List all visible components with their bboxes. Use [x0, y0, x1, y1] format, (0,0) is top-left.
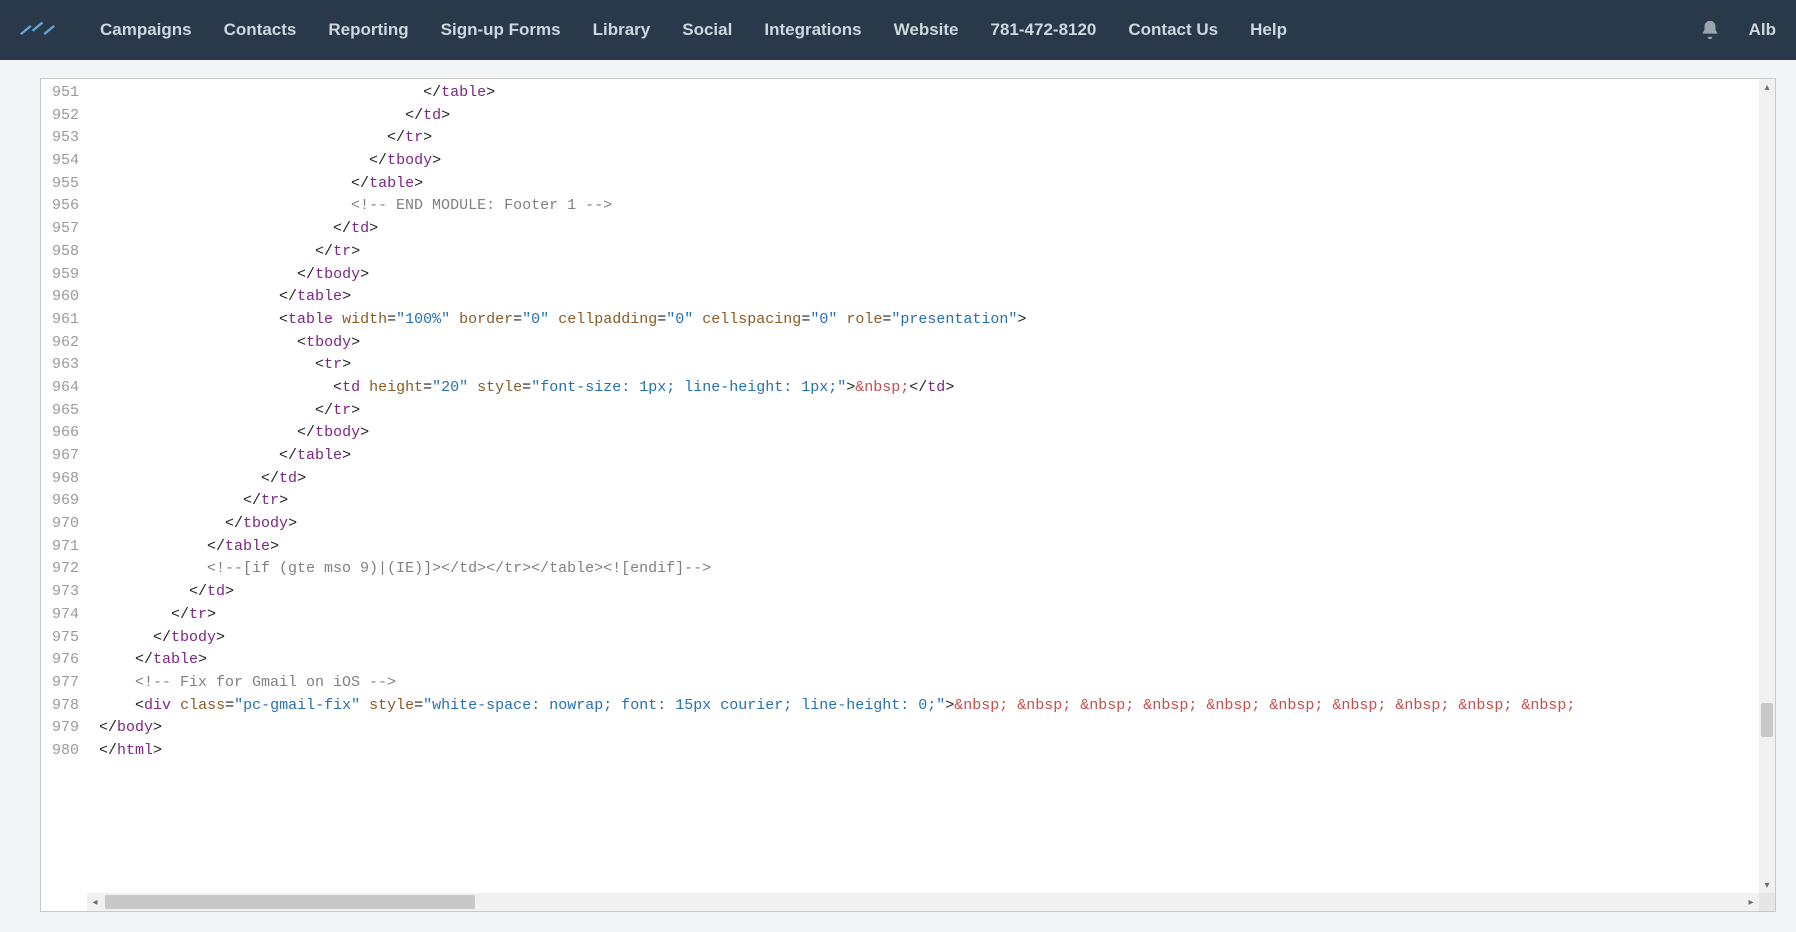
nav-item-integrations[interactable]: Integrations: [764, 20, 861, 40]
code-editor[interactable]: 9519529539549559569579589599609619629639…: [40, 78, 1776, 912]
vertical-scrollbar[interactable]: ▴ ▾: [1759, 79, 1775, 893]
nav-item-781-472-8120[interactable]: 781-472-8120: [991, 20, 1097, 40]
line-number: 952: [41, 105, 87, 128]
nav-item-website[interactable]: Website: [894, 20, 959, 40]
vertical-scroll-thumb[interactable]: [1761, 703, 1773, 737]
line-number: 970: [41, 513, 87, 536]
line-number: 963: [41, 354, 87, 377]
line-number: 980: [41, 740, 87, 763]
line-number: 977: [41, 672, 87, 695]
line-number: 961: [41, 309, 87, 332]
line-number: 958: [41, 241, 87, 264]
line-number: 954: [41, 150, 87, 173]
code-line[interactable]: <td height="20" style="font-size: 1px; l…: [99, 377, 1759, 400]
content-area: 9519529539549559569579589599609619629639…: [0, 60, 1796, 932]
line-number: 951: [41, 82, 87, 105]
code-line[interactable]: </td>: [99, 468, 1759, 491]
scroll-right-icon[interactable]: ▸: [1743, 893, 1759, 911]
nav-items: Campaigns Contacts Reporting Sign-up Forms L…: [100, 20, 1699, 40]
code-line[interactable]: </table>: [99, 286, 1759, 309]
line-number: 972: [41, 558, 87, 581]
line-number: 956: [41, 195, 87, 218]
line-number: 978: [41, 695, 87, 718]
code-line[interactable]: </table>: [99, 82, 1759, 105]
code-line[interactable]: </table>: [99, 445, 1759, 468]
nav-item-contact-us[interactable]: Contact Us: [1128, 20, 1218, 40]
code-line[interactable]: </tr>: [99, 490, 1759, 513]
code-line[interactable]: </tbody>: [99, 627, 1759, 650]
scroll-corner: [1759, 893, 1775, 911]
line-number: 953: [41, 127, 87, 150]
line-number: 976: [41, 649, 87, 672]
nav-item-sign-up-forms[interactable]: Sign-up Forms: [441, 20, 561, 40]
code-line[interactable]: </table>: [99, 649, 1759, 672]
code-content[interactable]: </table> </td> </tr> </tbody> </table> <…: [87, 79, 1759, 893]
code-line[interactable]: <!--[if (gte mso 9)|(IE)]></td></tr></ta…: [99, 558, 1759, 581]
code-line[interactable]: </tr>: [99, 400, 1759, 423]
line-number: 969: [41, 490, 87, 513]
line-number: 967: [41, 445, 87, 468]
code-line[interactable]: </table>: [99, 173, 1759, 196]
nav-item-social[interactable]: Social: [682, 20, 732, 40]
line-number-gutter: 9519529539549559569579589599609619629639…: [41, 79, 87, 893]
horizontal-scroll-thumb[interactable]: [105, 895, 475, 909]
line-number: 962: [41, 332, 87, 355]
line-number: 973: [41, 581, 87, 604]
line-number: 964: [41, 377, 87, 400]
line-number: 966: [41, 422, 87, 445]
code-line[interactable]: </tbody>: [99, 513, 1759, 536]
line-number: 974: [41, 604, 87, 627]
nav-item-campaigns[interactable]: Campaigns: [100, 20, 192, 40]
line-number: 957: [41, 218, 87, 241]
line-number: 971: [41, 536, 87, 559]
line-number: 968: [41, 468, 87, 491]
horizontal-scrollbar[interactable]: ◂ ▸: [87, 893, 1759, 911]
code-line[interactable]: </tr>: [99, 604, 1759, 627]
nav-item-help[interactable]: Help: [1250, 20, 1287, 40]
code-line[interactable]: </td>: [99, 105, 1759, 128]
user-label[interactable]: Alb: [1749, 20, 1776, 40]
editor-viewport: 9519529539549559569579589599609619629639…: [41, 79, 1759, 893]
code-line[interactable]: <tbody>: [99, 332, 1759, 355]
line-number: 979: [41, 717, 87, 740]
scroll-down-icon[interactable]: ▾: [1759, 877, 1775, 893]
bell-icon[interactable]: [1699, 19, 1721, 41]
line-number: 959: [41, 264, 87, 287]
code-line[interactable]: </body>: [99, 717, 1759, 740]
code-line[interactable]: <!-- END MODULE: Footer 1 -->: [99, 195, 1759, 218]
line-number: 955: [41, 173, 87, 196]
line-number: 960: [41, 286, 87, 309]
code-line[interactable]: </tbody>: [99, 150, 1759, 173]
nav-item-library[interactable]: Library: [593, 20, 651, 40]
code-line[interactable]: </tbody>: [99, 422, 1759, 445]
code-line[interactable]: </td>: [99, 581, 1759, 604]
code-line[interactable]: <div class="pc-gmail-fix" style="white-s…: [99, 695, 1759, 718]
code-line[interactable]: <!-- Fix for Gmail on iOS -->: [99, 672, 1759, 695]
code-line[interactable]: </td>: [99, 218, 1759, 241]
top-nav: Campaigns Contacts Reporting Sign-up Forms L…: [0, 0, 1796, 60]
scroll-left-icon[interactable]: ◂: [87, 893, 103, 911]
code-line[interactable]: </tbody>: [99, 264, 1759, 287]
code-line[interactable]: <tr>: [99, 354, 1759, 377]
line-number: 965: [41, 400, 87, 423]
code-line[interactable]: </tr>: [99, 241, 1759, 264]
nav-item-reporting[interactable]: Reporting: [328, 20, 408, 40]
nav-item-contacts[interactable]: Contacts: [224, 20, 297, 40]
nav-right: Alb: [1699, 19, 1776, 41]
brand-logo[interactable]: [20, 15, 70, 45]
scroll-up-icon[interactable]: ▴: [1759, 79, 1775, 95]
code-line[interactable]: </html>: [99, 740, 1759, 763]
line-number: 975: [41, 627, 87, 650]
code-line[interactable]: <table width="100%" border="0" cellpaddi…: [99, 309, 1759, 332]
code-line[interactable]: </tr>: [99, 127, 1759, 150]
code-line[interactable]: </table>: [99, 536, 1759, 559]
